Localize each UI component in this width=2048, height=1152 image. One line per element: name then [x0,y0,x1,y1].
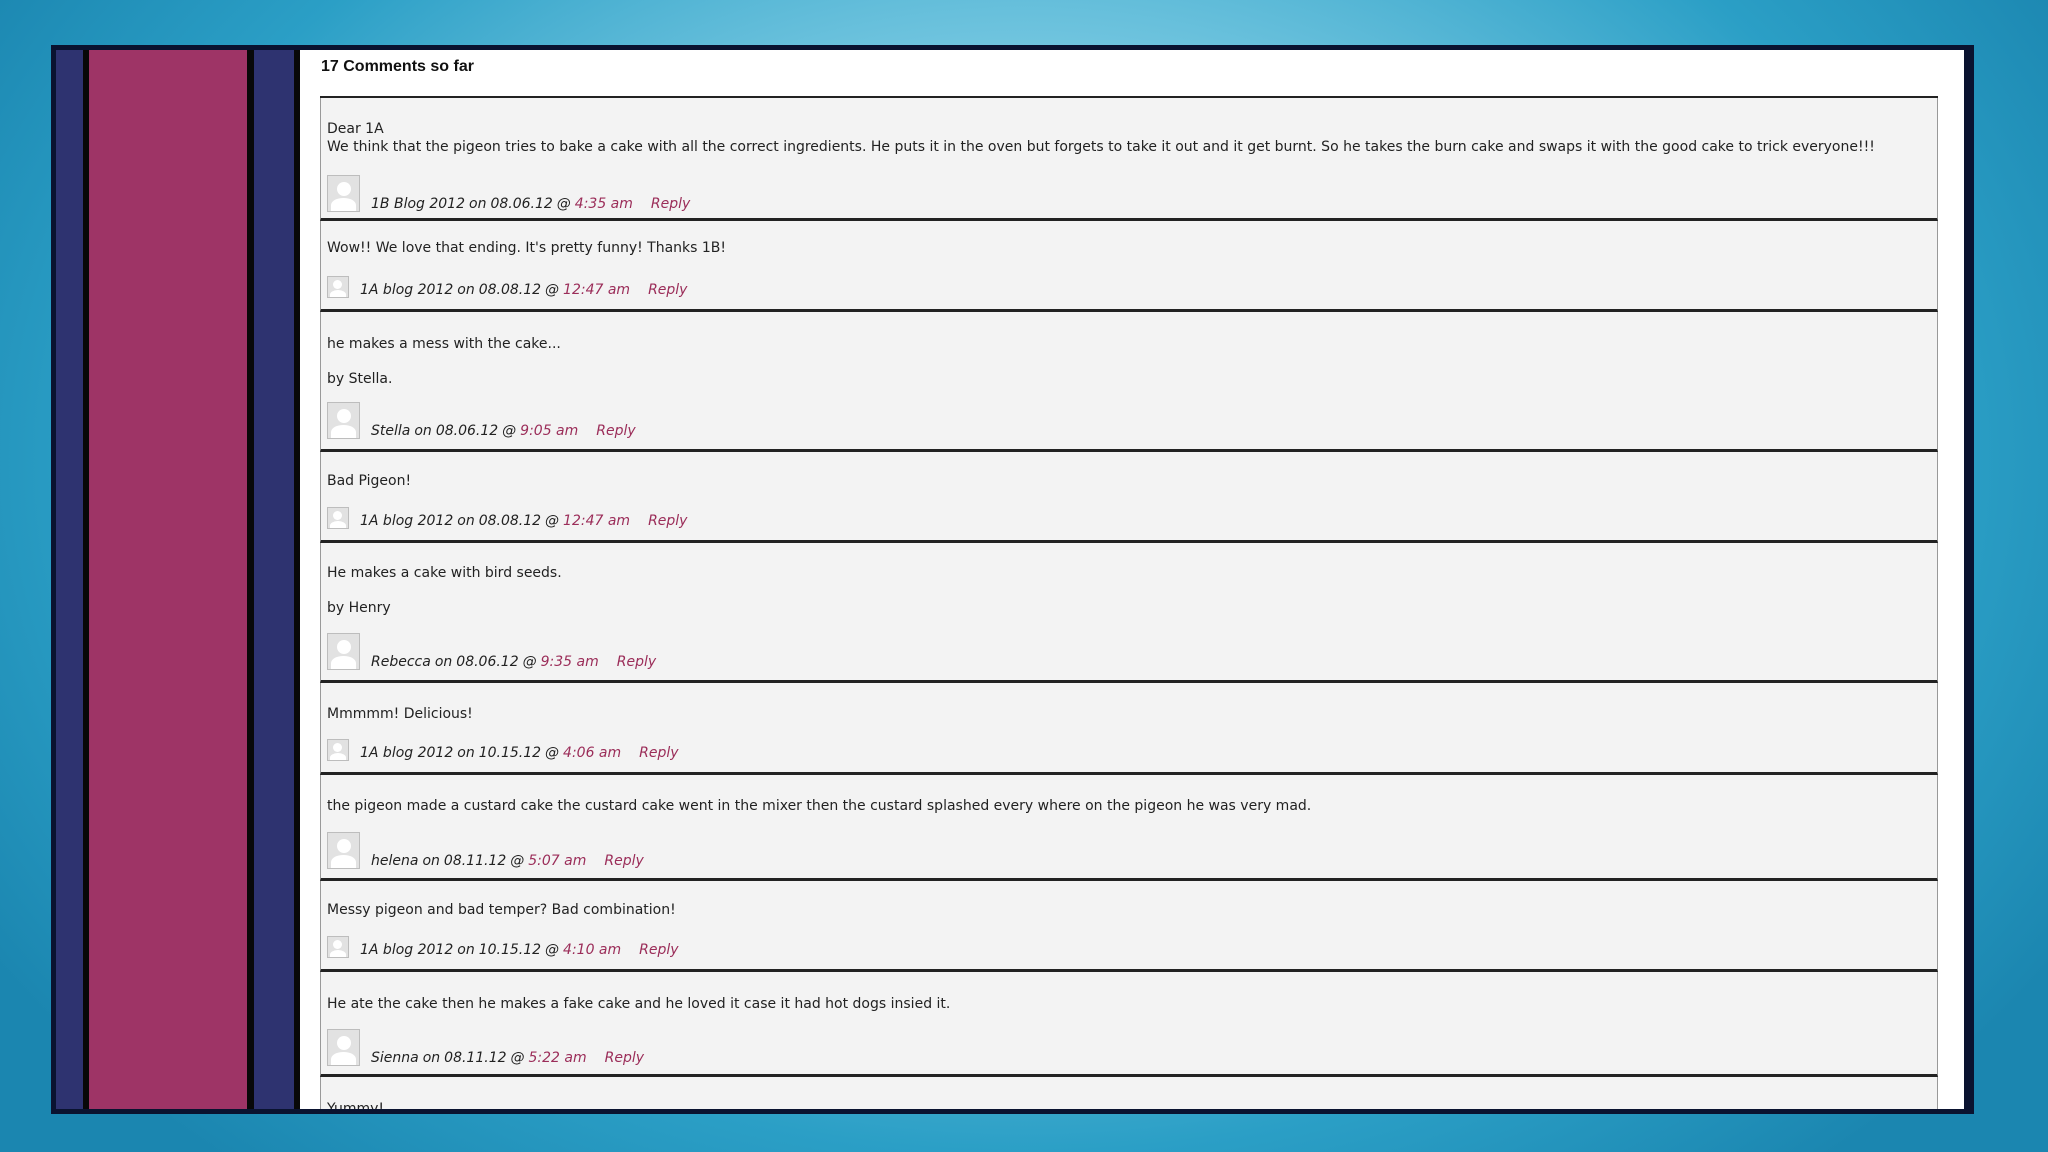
sidebar-divider [247,50,254,1109]
comment-text: by Henry [327,600,391,616]
comment-meta: 1A blog 2012 on 10.15.12 @ 4:10 am Reply [327,936,679,958]
comment-meta: Rebecca on 08.06.12 @ 9:35 am Reply [327,633,656,670]
comment-text: Dear 1A [327,121,384,137]
comment-time-link[interactable]: 5:22 am [529,1050,587,1066]
avatar-icon [327,936,349,958]
comment-meta: helena on 08.11.12 @ 5:07 am Reply [327,832,644,869]
comment-date: 10.15.12 [478,745,542,761]
comments-heading: 17 Comments so far [321,58,474,75]
comment-item: he makes a mess with the cake... by Stel… [320,312,1938,452]
comment-text: Mmmmm! Delicious! [327,706,473,722]
comment-author: 1A blog 2012 [360,513,454,529]
reply-link[interactable]: Reply [605,1050,644,1066]
avatar-icon [327,402,360,439]
comment-date: 08.06.12 [456,654,519,670]
comment-text: the pigeon made a custard cake the custa… [327,798,1312,814]
comment-item: Bad Pigeon! 1A blog 2012 on 08.08.12 @ 1… [320,452,1938,543]
comment-item: He ate the cake then he makes a fake cak… [320,972,1938,1077]
comment-text: Yummy! [327,1101,384,1109]
reply-link[interactable]: Reply [617,654,656,670]
avatar-icon [327,832,360,869]
reply-link[interactable]: Reply [604,853,643,869]
comment-item: Yummy! [320,1077,1938,1109]
comment-date: 08.06.12 [435,423,499,439]
comment-item: He makes a cake with bird seeds. by Henr… [320,543,1938,683]
reply-link[interactable]: Reply [639,942,678,958]
comment-author: Sienna [371,1050,419,1066]
comment-meta: 1B Blog 2012 on 08.06.12 @ 4:35 am Reply [327,175,690,212]
comment-text: by Stella. [327,371,393,387]
comment-time-link[interactable]: 12:47 am [563,513,630,529]
comment-meta: 1A blog 2012 on 08.08.12 @ 12:47 am Repl… [327,276,687,298]
comment-date: 10.15.12 [478,942,542,958]
avatar-icon [327,175,360,212]
comment-item: Dear 1A We think that the pigeon tries t… [320,98,1938,221]
comment-time-link[interactable]: 4:06 am [563,745,621,761]
comment-text: He makes a cake with bird seeds. [327,565,562,581]
sidebar-column [89,50,247,1109]
avatar-icon [327,739,349,761]
comment-time-link[interactable]: 5:07 am [528,853,586,869]
comment-item: Mmmmm! Delicious! 1A blog 2012 on 10.15.… [320,683,1938,775]
comment-author: 1A blog 2012 [360,282,454,298]
comment-date: 08.11.12 [443,853,507,869]
sidebar-inner-stripe [254,50,294,1109]
comment-author: 1B Blog 2012 [371,196,465,212]
comment-text: We think that the pigeon tries to bake a… [327,139,1875,155]
comment-item: Wow!! We love that ending. It's pretty f… [320,221,1938,312]
comment-date: 08.06.12 [490,196,553,212]
avatar-icon [327,276,349,298]
comment-time-link[interactable]: 12:47 am [563,282,630,298]
comment-text: Bad Pigeon! [327,473,412,489]
comment-time-link[interactable]: 4:10 am [563,942,621,958]
comment-date: 08.11.12 [444,1050,507,1066]
comment-date: 08.08.12 [478,282,542,298]
comment-time-link[interactable]: 9:35 am [541,654,599,670]
reply-link[interactable]: Reply [596,423,635,439]
comment-text: Wow!! We love that ending. It's pretty f… [327,240,727,256]
left-border-stripe [56,50,83,1109]
reply-link[interactable]: Reply [648,513,687,529]
comment-meta: 1A blog 2012 on 08.08.12 @ 12:47 am Repl… [327,507,687,529]
comment-author: Rebecca [371,654,431,670]
comment-author: 1A blog 2012 [360,942,454,958]
comment-author: helena [371,853,419,869]
avatar-icon [327,507,349,529]
avatar-icon [327,1029,360,1066]
comment-date: 08.08.12 [478,513,542,529]
comment-list: Dear 1A We think that the pigeon tries t… [320,96,1938,1109]
comment-text: Messy pigeon and bad temper? Bad combina… [327,902,676,918]
comment-meta: Stella on 08.06.12 @ 9:05 am Reply [327,402,636,439]
main-content: 17 Comments so far Dear 1A We think that… [300,50,1964,1109]
comment-meta: 1A blog 2012 on 10.15.12 @ 4:06 am Reply [327,739,679,761]
comment-item: Messy pigeon and bad temper? Bad combina… [320,881,1938,972]
avatar-icon [327,633,360,670]
reply-link[interactable]: Reply [651,196,690,212]
comment-item: the pigeon made a custard cake the custa… [320,775,1938,881]
comment-time-link[interactable]: 4:35 am [575,196,633,212]
comment-meta: Sienna on 08.11.12 @ 5:22 am Reply [327,1029,644,1066]
reply-link[interactable]: Reply [639,745,678,761]
comment-author: 1A blog 2012 [360,745,454,761]
comment-text: He ate the cake then he makes a fake cak… [327,996,951,1012]
reply-link[interactable]: Reply [648,282,687,298]
comment-time-link[interactable]: 9:05 am [520,423,578,439]
comment-text: he makes a mess with the cake... [327,336,561,352]
comment-author: Stella [371,423,411,439]
